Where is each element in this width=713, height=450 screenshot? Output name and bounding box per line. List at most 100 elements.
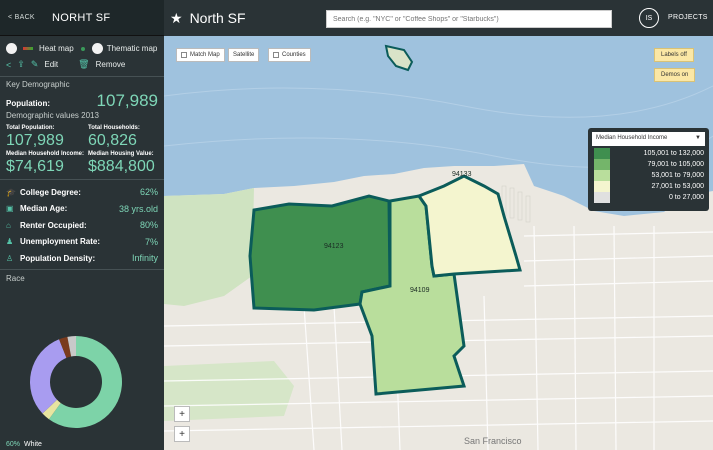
caret-down-icon: ▼ [695, 135, 701, 141]
race-legend-pct: 60% [6, 441, 21, 448]
layer-actions: < ⇪ ✎ Edit 🗑 Remove [0, 54, 164, 70]
share-icon[interactable]: < [6, 60, 11, 70]
race-donut-chart [30, 336, 122, 428]
city-label: San Francisco [464, 436, 522, 446]
population-row: Population: 107,989 [0, 89, 164, 111]
metric-label: Unemployment Rate: [20, 237, 101, 247]
thematic-map-label[interactable]: Thematic map [107, 44, 158, 53]
total-households-stat: Total Households: 60,826 [88, 125, 164, 149]
metric-median-age: ▣ Median Age: 38 yrs.old [6, 201, 158, 218]
heat-map-label[interactable]: Heat map [39, 44, 74, 53]
metrics-list: 🎓 College Degree: 62% ▣ Median Age: 38 y… [0, 180, 164, 267]
birthday-cake-icon: ▣ [6, 204, 14, 214]
race-legend-name: White [24, 441, 42, 448]
demos-on-button[interactable]: Demos on [654, 68, 696, 82]
legend-swatch-2 [594, 170, 610, 181]
avatar[interactable]: IS [639, 8, 659, 28]
legend-range: 27,001 to 53,000 [651, 183, 704, 190]
legend-metric-label: Median Household Income [596, 135, 668, 141]
population-value: 107,989 [96, 91, 158, 110]
top-bar: ★ North SF IS PROJECTS [164, 0, 713, 36]
users-icon: ♟ [6, 237, 14, 247]
map-canvas[interactable]: 94123 94109 94133 San Francisco [164, 36, 713, 450]
legend-item: 79,001 to 105,000 [594, 159, 704, 170]
counties-label: Counties [282, 52, 306, 58]
map-type-selector: Heat map Thematic map [0, 36, 164, 54]
metric-value: 7% [144, 236, 158, 247]
key-demographic-heading: Key Demographic [6, 80, 70, 89]
legend-swatch-4 [594, 192, 610, 203]
metric-renter-occupied: ⌂ Renter Occupied: 80% [6, 217, 158, 234]
satellite-button[interactable]: Satellite [228, 48, 260, 62]
trash-icon[interactable]: 🗑 [78, 59, 89, 70]
race-legend: 60% White [6, 441, 42, 448]
sidebar-header: < BACK NORHT SF [0, 0, 164, 36]
median-housing-stat: Median Housing Value: $884,800 [88, 151, 164, 175]
legend-item: 27,001 to 53,000 [594, 181, 704, 192]
metric-unemployment-rate: ♟ Unemployment Rate: 7% [6, 234, 158, 251]
legend-panel: Median Household Income ▼ 105,001 to 132… [588, 128, 709, 211]
remove-button[interactable]: Remove [96, 60, 126, 69]
metric-label: Median Age: [20, 204, 68, 214]
median-housing-value: $884,800 [88, 158, 155, 175]
star-icon[interactable]: ★ [170, 10, 183, 27]
metric-value: 80% [139, 220, 158, 231]
sidebar-title: NORHT SF [52, 11, 111, 24]
zoom-in-button[interactable]: + [174, 406, 190, 422]
population-label: Population: [6, 99, 50, 108]
metric-value: Infinity [131, 253, 158, 264]
match-map-toggle[interactable]: Match Map [176, 48, 225, 62]
person-icon: ♙ [6, 253, 14, 263]
labels-off-button[interactable]: Labels off [654, 48, 694, 62]
zip-label-94123: 94123 [324, 243, 344, 250]
total-households-label: Total Households: [88, 125, 140, 131]
stats-grid: Total Population: 107,989 Total Househol… [0, 120, 164, 175]
match-map-checkbox[interactable] [181, 52, 187, 58]
dot-icon [80, 46, 85, 51]
legend-item: 53,001 to 79,000 [594, 170, 704, 181]
metric-label: Population Density: [20, 253, 96, 263]
zoom-out-button[interactable]: + [174, 426, 190, 442]
zip-label-94133: 94133 [452, 171, 472, 178]
back-button[interactable]: < BACK [0, 14, 52, 21]
heat-legend-icon [23, 47, 33, 50]
zip-label-94109: 94109 [410, 287, 430, 294]
satellite-label: Satellite [233, 52, 255, 58]
heat-map-radio[interactable] [6, 43, 17, 54]
graduation-cap-icon: 🎓 [6, 187, 16, 197]
metric-label: College Degree: [20, 187, 81, 197]
metric-value: 62% [139, 187, 158, 198]
export-icon[interactable]: ⇪ [17, 59, 25, 70]
race-slice-asian[interactable] [30, 339, 67, 414]
median-income-stat: Median Household Income: $74,619 [6, 151, 88, 175]
legend-swatch-1 [594, 159, 610, 170]
metric-college-degree: 🎓 College Degree: 62% [6, 184, 158, 201]
match-map-label: Match Map [190, 52, 220, 58]
counties-checkbox[interactable] [273, 52, 279, 58]
median-income-value: $74,619 [6, 158, 64, 175]
total-households-value: 60,826 [88, 132, 137, 149]
total-population-stat: Total Population: 107,989 [6, 125, 88, 149]
page-title: North SF [189, 10, 246, 26]
counties-toggle[interactable]: Counties [268, 48, 311, 62]
total-population-value: 107,989 [6, 132, 64, 149]
median-income-label: Median Household Income: [6, 151, 85, 157]
legend-range: 79,001 to 105,000 [647, 161, 704, 168]
legend-range: 53,001 to 79,000 [651, 172, 704, 179]
sidebar: < BACK NORHT SF Heat map Thematic map < … [0, 0, 164, 450]
thematic-map-radio[interactable] [91, 43, 103, 54]
legend-item: 105,001 to 132,000 [594, 148, 704, 159]
legend-range: 0 to 27,000 [668, 194, 704, 201]
projects-link[interactable]: PROJECTS [668, 14, 708, 21]
legend-swatch-3 [594, 181, 610, 192]
total-population-label: Total Population: [6, 125, 55, 131]
pencil-icon[interactable]: ✎ [31, 59, 39, 70]
map-view[interactable]: 94123 94109 94133 San Francisco Match Ma… [164, 36, 713, 450]
edit-button[interactable]: Edit [44, 60, 58, 69]
legend-metric-select[interactable]: Median Household Income ▼ [592, 132, 705, 146]
legend-item: 0 to 27,000 [594, 192, 704, 203]
legend-range: 105,001 to 132,000 [643, 150, 704, 157]
metric-population-density: ♙ Population Density: Infinity [6, 250, 158, 267]
search-input[interactable] [326, 10, 612, 28]
house-icon: ⌂ [6, 220, 11, 230]
